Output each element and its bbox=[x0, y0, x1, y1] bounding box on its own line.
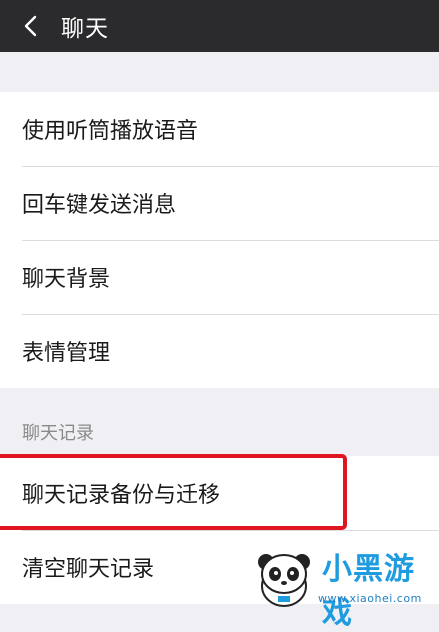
settings-item-label: 使用听筒播放语音 bbox=[22, 119, 199, 144]
back-button[interactable] bbox=[19, 15, 41, 37]
top-bar: 聊天 bbox=[0, 0, 439, 52]
settings-item-label: 表情管理 bbox=[22, 341, 111, 366]
chevron-left-icon bbox=[24, 15, 37, 37]
settings-group: 使用听筒播放语音 回车键发送消息 聊天背景 表情管理 bbox=[0, 92, 439, 388]
settings-item-clear-history[interactable]: 清空聊天记录 bbox=[0, 530, 439, 604]
page-title: 聊天 bbox=[61, 16, 109, 42]
settings-item-backup-migrate[interactable]: 聊天记录备份与迁移 bbox=[0, 456, 439, 530]
settings-item-chat-background[interactable]: 聊天背景 bbox=[0, 240, 439, 314]
settings-item-label: 聊天记录备份与迁移 bbox=[22, 483, 221, 508]
settings-item-label: 聊天背景 bbox=[22, 267, 111, 292]
settings-item-label: 清空聊天记录 bbox=[22, 557, 155, 582]
settings-item-earpiece-playback[interactable]: 使用听筒播放语音 bbox=[0, 92, 439, 166]
settings-item-label: 回车键发送消息 bbox=[22, 193, 177, 218]
settings-item-sticker-management[interactable]: 表情管理 bbox=[0, 314, 439, 388]
section-header-chat-history: 聊天记录 bbox=[22, 423, 94, 444]
settings-item-enter-to-send[interactable]: 回车键发送消息 bbox=[0, 166, 439, 240]
chat-history-group: 聊天记录备份与迁移 清空聊天记录 bbox=[0, 456, 439, 604]
